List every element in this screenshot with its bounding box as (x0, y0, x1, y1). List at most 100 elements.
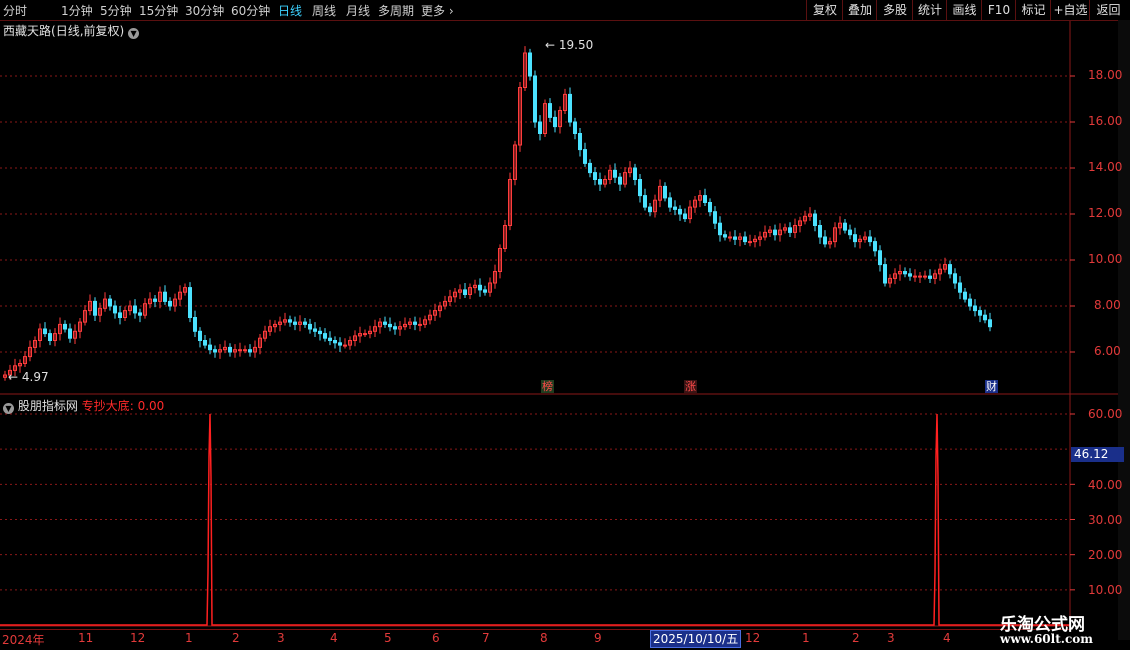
candle-body (483, 289, 487, 293)
candle-body (93, 300, 97, 316)
x-axis-label: 3 (887, 631, 895, 645)
sub-y-tick: 10.00 (1088, 583, 1123, 597)
candle-body (918, 275, 922, 278)
candle-body (478, 284, 482, 291)
candle-body (363, 333, 367, 336)
main-y-tick: 18.00 (1088, 68, 1123, 82)
high-price-label: ← 19.50 (545, 38, 594, 52)
candle-body (868, 236, 872, 243)
x-axis-label: 9 (594, 631, 602, 645)
candle-body (63, 323, 67, 330)
candle-body (578, 133, 582, 151)
main-y-tick: 10.00 (1088, 252, 1123, 266)
candle-body (528, 52, 532, 77)
candle-body (318, 330, 322, 335)
candle-body (168, 300, 172, 307)
candle-body (908, 273, 912, 277)
x-axis-label: 4 (330, 631, 338, 645)
x-axis-label: 7 (482, 631, 490, 645)
candle-body (163, 291, 167, 302)
candle-body (818, 225, 822, 238)
candle-body (723, 234, 727, 238)
main-y-tick: 14.00 (1088, 160, 1123, 174)
candle-body (983, 314, 987, 321)
candle-body (823, 236, 827, 245)
x-axis-label: 1 (185, 631, 193, 645)
candle-body (383, 321, 387, 325)
candle-body (193, 317, 197, 332)
candle-body (643, 195, 647, 208)
candle-body (718, 222, 722, 236)
candle-body (618, 176, 622, 185)
candle-body (333, 340, 337, 344)
candle-body (238, 349, 242, 352)
crosshair-value-readout: 46.12 (1071, 447, 1124, 462)
candle-body (573, 121, 577, 134)
x-axis-label: 1 (802, 631, 810, 645)
candle-body (338, 342, 342, 346)
candle-body (713, 211, 717, 224)
candle-body (583, 149, 587, 164)
candle-body (773, 229, 777, 236)
candle-body (748, 241, 752, 244)
sub-y-tick: 40.00 (1088, 478, 1123, 492)
candle-body (638, 179, 642, 197)
high-price-value: 19.50 (558, 38, 594, 52)
candle-body (343, 344, 347, 347)
candle-body (813, 213, 817, 226)
candle-body (328, 337, 332, 342)
candle-body (553, 116, 557, 128)
candle-body (418, 323, 422, 326)
candle-body (533, 75, 537, 123)
candle-body (613, 169, 617, 178)
candle-body (548, 103, 552, 118)
candle-body (293, 321, 297, 325)
candle-body (248, 349, 252, 353)
x-axis-label: 2 (232, 631, 240, 645)
low-price-value: 4.97 (21, 370, 49, 384)
candle-body (588, 162, 592, 174)
event-badge-bang[interactable]: 榜 (541, 380, 554, 393)
candle-body (903, 271, 907, 275)
candle-body (303, 321, 307, 325)
candle-body (948, 264, 952, 275)
candle-body (788, 227, 792, 233)
candle-body (878, 250, 882, 266)
candle-body (598, 179, 602, 185)
candle-body (683, 213, 687, 220)
candle-body (43, 328, 47, 335)
candle-body (968, 298, 972, 307)
candle-body (243, 349, 247, 352)
candle-body (288, 319, 292, 323)
x-axis-label: 2024年 (2, 633, 45, 647)
candle-body (913, 275, 917, 278)
candle-body (953, 273, 957, 284)
candle-body (388, 323, 392, 328)
candle-body (703, 195, 707, 204)
candle-body (228, 346, 232, 353)
chart-canvas[interactable] (0, 0, 1130, 650)
candle-body (68, 328, 72, 339)
main-y-tick: 8.00 (1094, 298, 1121, 312)
main-y-tick: 6.00 (1094, 344, 1121, 358)
candle-body (308, 323, 312, 330)
candle-body (538, 121, 542, 134)
candle-body (923, 275, 927, 278)
candle-body (743, 236, 747, 243)
candle-body (928, 275, 932, 279)
sub-y-tick: 30.00 (1088, 513, 1123, 527)
candle-body (213, 349, 217, 353)
candle-body (463, 289, 467, 295)
event-badge-zhang[interactable]: 涨 (684, 380, 697, 393)
x-axis (0, 629, 1070, 647)
x-axis-label: 2 (852, 631, 860, 645)
candle-body (873, 241, 877, 252)
x-axis-label: 3 (277, 631, 285, 645)
event-badge-cai[interactable]: 财 (985, 380, 998, 393)
candle-body (188, 287, 192, 319)
x-axis-label: 12 (130, 631, 146, 645)
sub-y-tick: 60.00 (1088, 407, 1123, 421)
candle-body (883, 264, 887, 284)
candle-body (593, 172, 597, 181)
candle-body (153, 298, 157, 302)
